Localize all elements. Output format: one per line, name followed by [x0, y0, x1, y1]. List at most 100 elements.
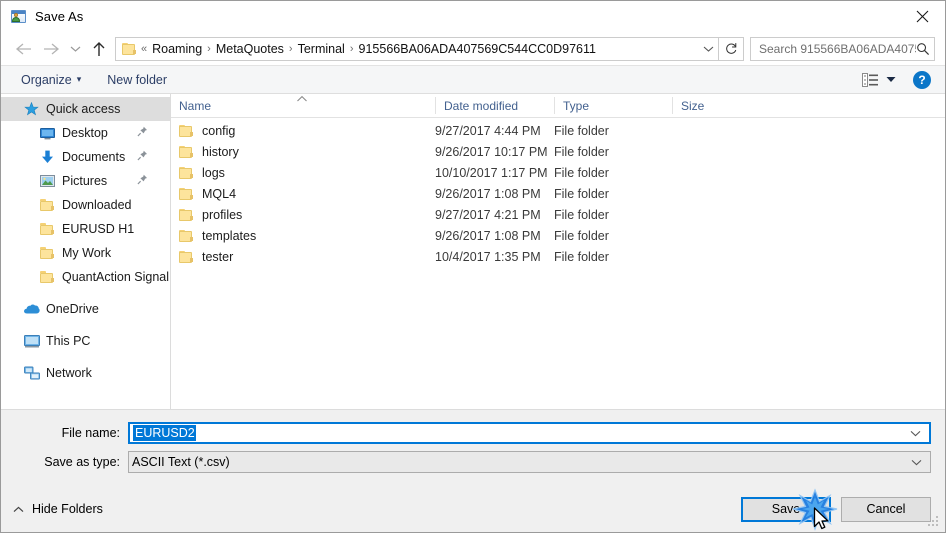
- sidebar-item-quick-access[interactable]: Quick access: [1, 97, 170, 121]
- breadcrumb-item-metaquotes[interactable]: MetaQuotes: [212, 42, 288, 56]
- sidebar-item-eurusd-h1[interactable]: EURUSD H1: [1, 217, 170, 241]
- sidebar-item-label: Desktop: [62, 126, 108, 140]
- hide-folders-label: Hide Folders: [32, 502, 103, 516]
- search-input[interactable]: [759, 41, 916, 56]
- refresh-button[interactable]: [719, 36, 744, 61]
- column-header-date-modified[interactable]: Date modified: [435, 97, 554, 114]
- table-row[interactable]: logs 10/10/2017 1:17 PM File folder: [171, 162, 945, 183]
- sort-ascending-icon: [296, 91, 308, 102]
- filetype-dropdown-button[interactable]: [911, 452, 922, 472]
- save-button[interactable]: Save: [741, 496, 831, 522]
- column-header-label: Type: [563, 98, 590, 113]
- new-folder-button[interactable]: New folder: [101, 70, 173, 90]
- close-icon: [916, 10, 928, 22]
- documents-download-icon: [39, 149, 56, 165]
- filetype-select[interactable]: ASCII Text (*.csv): [128, 451, 931, 473]
- sidebar-item-pictures[interactable]: Pictures: [1, 169, 170, 193]
- refresh-icon: [725, 43, 736, 54]
- search-box[interactable]: [750, 36, 935, 61]
- breadcrumb-item-terminal[interactable]: Terminal: [294, 42, 349, 56]
- recent-locations-button[interactable]: [65, 35, 85, 63]
- computer-icon: [23, 333, 40, 349]
- filename-row: File name: EURUSD2: [15, 422, 931, 444]
- folder-icon: [39, 197, 56, 213]
- chevron-down-icon: [911, 459, 922, 465]
- cancel-button[interactable]: Cancel: [841, 496, 931, 522]
- filetype-label: Save as type:: [44, 455, 120, 469]
- sidebar-item-desktop[interactable]: Desktop: [1, 121, 170, 145]
- breadcrumb-item-terminal-id[interactable]: 915566BA06ADA407569C544CC0D97611: [355, 42, 600, 56]
- table-row[interactable]: tester 10/4/2017 1:35 PM File folder: [171, 246, 945, 267]
- sidebar-item-documents[interactable]: Documents: [1, 145, 170, 169]
- sidebar-item-this-pc[interactable]: This PC: [1, 329, 170, 353]
- table-row[interactable]: config 9/27/2017 4:44 PM File folder: [171, 120, 945, 141]
- table-row[interactable]: history 9/26/2017 10:17 PM File folder: [171, 141, 945, 162]
- file-date: 9/26/2017 1:08 PM: [435, 228, 541, 243]
- desktop-icon: [39, 125, 56, 141]
- filetype-value: ASCII Text (*.csv): [132, 455, 230, 469]
- file-name: logs: [202, 165, 225, 180]
- table-row[interactable]: profiles 9/27/2017 4:21 PM File folder: [171, 204, 945, 225]
- filename-label: File name:: [61, 426, 120, 440]
- file-name: profiles: [202, 207, 243, 222]
- back-button[interactable]: [9, 35, 37, 63]
- column-header-label: Name: [179, 98, 212, 113]
- help-button[interactable]: ?: [913, 70, 931, 89]
- breadcrumb-item-roaming[interactable]: Roaming: [148, 42, 206, 56]
- chevron-down-icon: [703, 46, 713, 52]
- file-type: File folder: [554, 228, 609, 243]
- folder-icon: [179, 208, 194, 221]
- organize-button[interactable]: Organize ▾: [15, 70, 87, 90]
- view-mode-button[interactable]: [858, 71, 900, 89]
- folder-icon: [179, 145, 194, 158]
- help-label: ?: [918, 72, 926, 87]
- sidebar-item-network[interactable]: Network: [1, 361, 170, 385]
- table-row[interactable]: MQL4 9/26/2017 1:08 PM File folder: [171, 183, 945, 204]
- folder-icon: [179, 250, 194, 263]
- sidebar-item-label: OneDrive: [46, 302, 99, 316]
- filename-input[interactable]: EURUSD2: [128, 422, 931, 444]
- filename-dropdown-button[interactable]: [910, 424, 921, 442]
- pin-icon[interactable]: [137, 126, 148, 140]
- table-row[interactable]: templates 9/26/2017 1:08 PM File folder: [171, 225, 945, 246]
- folder-icon: [122, 42, 137, 55]
- file-date: 9/27/2017 4:21 PM: [435, 207, 541, 222]
- sidebar-item-quantaction-signal[interactable]: QuantAction Signal: [1, 265, 170, 289]
- breadcrumb-overflow[interactable]: «: [140, 43, 148, 55]
- folder-icon: [179, 124, 194, 137]
- address-bar[interactable]: « Roaming › MetaQuotes › Terminal › 9155…: [115, 36, 719, 61]
- pin-icon[interactable]: [137, 174, 148, 188]
- sidebar-item-my-work[interactable]: My Work: [1, 241, 170, 265]
- folder-icon: [179, 166, 194, 179]
- resize-grip-icon[interactable]: [927, 515, 940, 528]
- file-type: File folder: [554, 123, 609, 138]
- folder-icon: [39, 221, 56, 237]
- file-type: File folder: [554, 249, 609, 264]
- search-icon[interactable]: [916, 42, 930, 56]
- organize-label: Organize: [21, 72, 72, 87]
- address-dropdown-button[interactable]: [698, 38, 718, 60]
- sidebar-item-downloaded[interactable]: Downloaded: [1, 193, 170, 217]
- hide-folders-button[interactable]: Hide Folders: [11, 498, 105, 520]
- pin-icon[interactable]: [137, 150, 148, 164]
- breadcrumb: « Roaming › MetaQuotes › Terminal › 9155…: [140, 42, 698, 56]
- chevron-down-icon: [70, 46, 80, 52]
- file-date: 9/26/2017 1:08 PM: [435, 186, 541, 201]
- column-header-size[interactable]: Size: [672, 97, 752, 114]
- file-type: File folder: [554, 186, 609, 201]
- file-name-cell: config: [171, 124, 435, 138]
- up-button[interactable]: [85, 35, 113, 63]
- filetype-row: Save as type: ASCII Text (*.csv): [15, 451, 931, 473]
- sidebar-item-label: QuantAction Signal: [62, 270, 170, 284]
- forward-button[interactable]: [37, 35, 65, 63]
- save-label: Save: [771, 502, 801, 516]
- file-name-cell: templates: [171, 229, 435, 243]
- dialog-body: Quick access Desktop Documents Pictures …: [1, 94, 945, 409]
- cancel-label: Cancel: [866, 502, 906, 516]
- column-header-type[interactable]: Type: [554, 97, 672, 114]
- file-name-cell: history: [171, 145, 435, 159]
- column-header-name[interactable]: Name: [171, 95, 435, 114]
- sidebar-item-onedrive[interactable]: OneDrive: [1, 297, 170, 321]
- close-button[interactable]: [899, 1, 945, 31]
- save-as-dialog: Save As « Roaming › MetaQuotes › Termina…: [0, 0, 946, 533]
